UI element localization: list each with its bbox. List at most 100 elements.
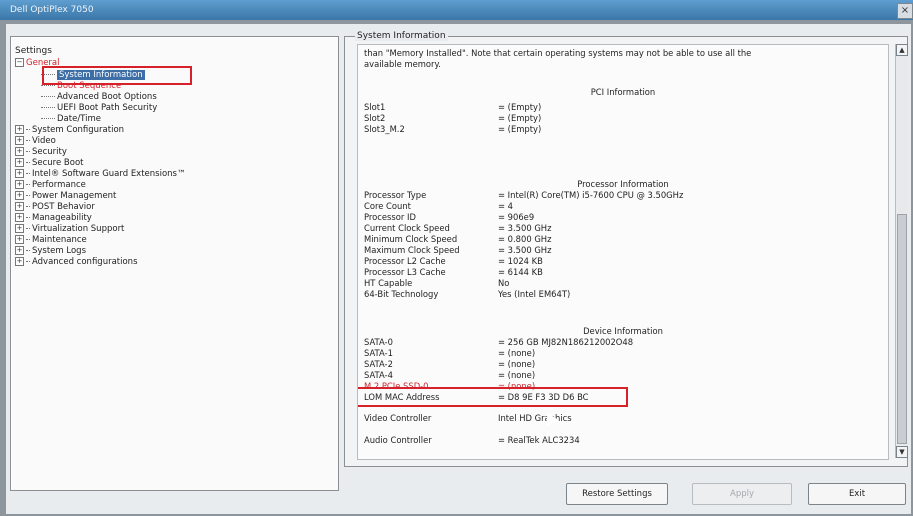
window-title: Dell OptiPlex 7050 — [10, 5, 94, 15]
note-line: than "Memory Installed". Note that certa… — [364, 48, 752, 58]
info-value: = (none) — [498, 348, 536, 358]
tree-label: Intel® Software Guard Extensions™ — [32, 169, 186, 179]
expand-icon[interactable]: + — [15, 213, 24, 222]
info-value: = (Empty) — [498, 124, 542, 134]
info-key: Processor L3 Cache — [364, 267, 446, 277]
main-window: Settings − General System Information Boo… — [6, 24, 911, 514]
tree-item-advanced-configurations[interactable]: + Advanced configurations — [15, 257, 138, 267]
info-value: No — [498, 278, 510, 288]
tree-label: System Logs — [32, 246, 87, 256]
info-value: = RealTek ALC3234 — [498, 435, 580, 445]
expand-icon[interactable]: + — [15, 246, 24, 255]
tree-label: Power Management — [32, 191, 117, 201]
info-key: Minimum Clock Speed — [364, 234, 458, 244]
scroll-down-icon[interactable]: ▼ — [896, 446, 908, 458]
tree-label: Virtualization Support — [32, 224, 125, 234]
processor-heading: Processor Information — [577, 179, 669, 189]
pci-heading: PCI Information — [590, 87, 656, 97]
info-row: Minimum Clock Speed = 0.800 GHz — [364, 234, 552, 245]
tree-label: Manageability — [32, 213, 92, 223]
expand-icon[interactable]: + — [15, 169, 24, 178]
scroll-up-icon[interactable]: ▲ — [896, 44, 908, 56]
apply-button[interactable]: Apply — [692, 483, 792, 505]
info-key: Current Clock Speed — [364, 223, 450, 233]
tree-label: Advanced Boot Options — [57, 92, 157, 102]
vertical-scrollbar[interactable]: ▲ ▼ — [895, 44, 908, 458]
info-key: Slot3_M.2 — [364, 124, 405, 134]
tree-item-intel-sgx[interactable]: + Intel® Software Guard Extensions™ — [15, 169, 185, 179]
exit-button[interactable]: Exit — [808, 483, 906, 505]
expand-icon[interactable]: + — [15, 191, 24, 200]
info-row: SATA-2 = (none) — [364, 359, 535, 370]
title-bar: Dell OptiPlex 7050 × — [0, 0, 913, 20]
info-row: Maximum Clock Speed = 3.500 GHz — [364, 245, 552, 256]
tree-item-manageability[interactable]: + Manageability — [15, 213, 92, 223]
info-value: = 6144 KB — [498, 267, 543, 277]
tree-label: POST Behavior — [32, 202, 95, 212]
expand-icon[interactable]: + — [15, 136, 24, 145]
expand-icon[interactable]: + — [15, 158, 24, 167]
info-value: = 0.800 GHz — [498, 234, 552, 244]
tree-item-advanced-boot-options[interactable]: Advanced Boot Options — [41, 92, 157, 102]
info-value: = (none) — [498, 359, 536, 369]
tree-label: Performance — [32, 180, 86, 190]
info-value: = (Empty) — [498, 113, 542, 123]
tree-item-uefi-boot-path-security[interactable]: UEFI Boot Path Security — [41, 103, 157, 113]
info-row: Processor L2 Cache = 1024 KB — [364, 256, 543, 267]
info-value: = 906e9 — [498, 212, 535, 222]
expand-icon[interactable]: + — [15, 180, 24, 189]
info-value: = 256 GB MJ82N186212002O48 — [498, 337, 634, 347]
expand-icon[interactable]: + — [15, 224, 24, 233]
info-key: Video Controller — [364, 413, 432, 423]
tree-label: Security — [32, 147, 67, 157]
scroll-thumb[interactable] — [897, 214, 907, 444]
restore-settings-button[interactable]: Restore Settings — [566, 483, 668, 505]
highlight-box-system-information — [42, 66, 192, 85]
expand-icon[interactable]: + — [15, 235, 24, 244]
expand-icon[interactable]: + — [15, 202, 24, 211]
info-row: Processor L3 Cache = 6144 KB — [364, 267, 543, 278]
info-key: SATA-0 — [364, 337, 393, 347]
info-row: Current Clock Speed = 3.500 GHz — [364, 223, 552, 234]
info-key: SATA-4 — [364, 370, 393, 380]
tree-item-secure-boot[interactable]: + Secure Boot — [15, 158, 84, 168]
tree-item-performance[interactable]: + Performance — [15, 180, 86, 190]
tree-label: UEFI Boot Path Security — [57, 103, 158, 113]
close-button[interactable]: × — [897, 3, 913, 19]
system-information-panel: System Information than "Memory Installe… — [344, 31, 908, 467]
info-key: Slot1 — [364, 102, 386, 112]
info-key: Processor L2 Cache — [364, 256, 446, 266]
tree-item-system-configuration[interactable]: + System Configuration — [15, 125, 124, 135]
info-row: Processor Type = Intel(R) Core(TM) i5-760… — [364, 190, 683, 201]
info-row: Processor ID = 906e9 — [364, 212, 534, 223]
info-row: SATA-4 = (none) — [364, 370, 535, 381]
info-key: Processor Type — [364, 190, 427, 200]
info-key: Core Count — [364, 201, 411, 211]
info-row: Core Count = 4 — [364, 201, 513, 212]
tree-item-system-logs[interactable]: + System Logs — [15, 246, 86, 256]
panel-title: System Information — [355, 31, 448, 41]
info-value: = 3.500 GHz — [498, 223, 552, 233]
expand-icon[interactable]: + — [15, 147, 24, 156]
info-value: Yes (Intel EM64T) — [498, 289, 571, 299]
info-value: = 3.500 GHz — [498, 245, 552, 255]
tree-item-maintenance[interactable]: + Maintenance — [15, 235, 87, 245]
expand-icon[interactable]: + — [15, 257, 24, 266]
tree-item-date-time[interactable]: Date/Time — [41, 114, 101, 124]
tree-label: Video — [32, 136, 56, 146]
tree-item-post-behavior[interactable]: + POST Behavior — [15, 202, 95, 212]
device-heading: Device Information — [583, 326, 663, 336]
info-value: = Intel(R) Core(TM) i5-7600 CPU @ 3.50GH… — [498, 190, 684, 200]
collapse-icon[interactable]: − — [15, 58, 24, 67]
tree-label: Secure Boot — [32, 158, 84, 168]
tree-item-power-management[interactable]: + Power Management — [15, 191, 116, 201]
tree-item-video[interactable]: + Video — [15, 136, 56, 146]
tree-item-security[interactable]: + Security — [15, 147, 67, 157]
info-row: HT Capable No — [364, 278, 509, 289]
tree-item-virtualization-support[interactable]: + Virtualization Support — [15, 224, 124, 234]
info-row: Slot2 = (Empty) — [364, 113, 541, 124]
info-row: Audio Controller = RealTek ALC3234 — [364, 435, 580, 446]
info-row: Slot1 = (Empty) — [364, 102, 541, 113]
expand-icon[interactable]: + — [15, 125, 24, 134]
info-value: = (Empty) — [498, 102, 542, 112]
